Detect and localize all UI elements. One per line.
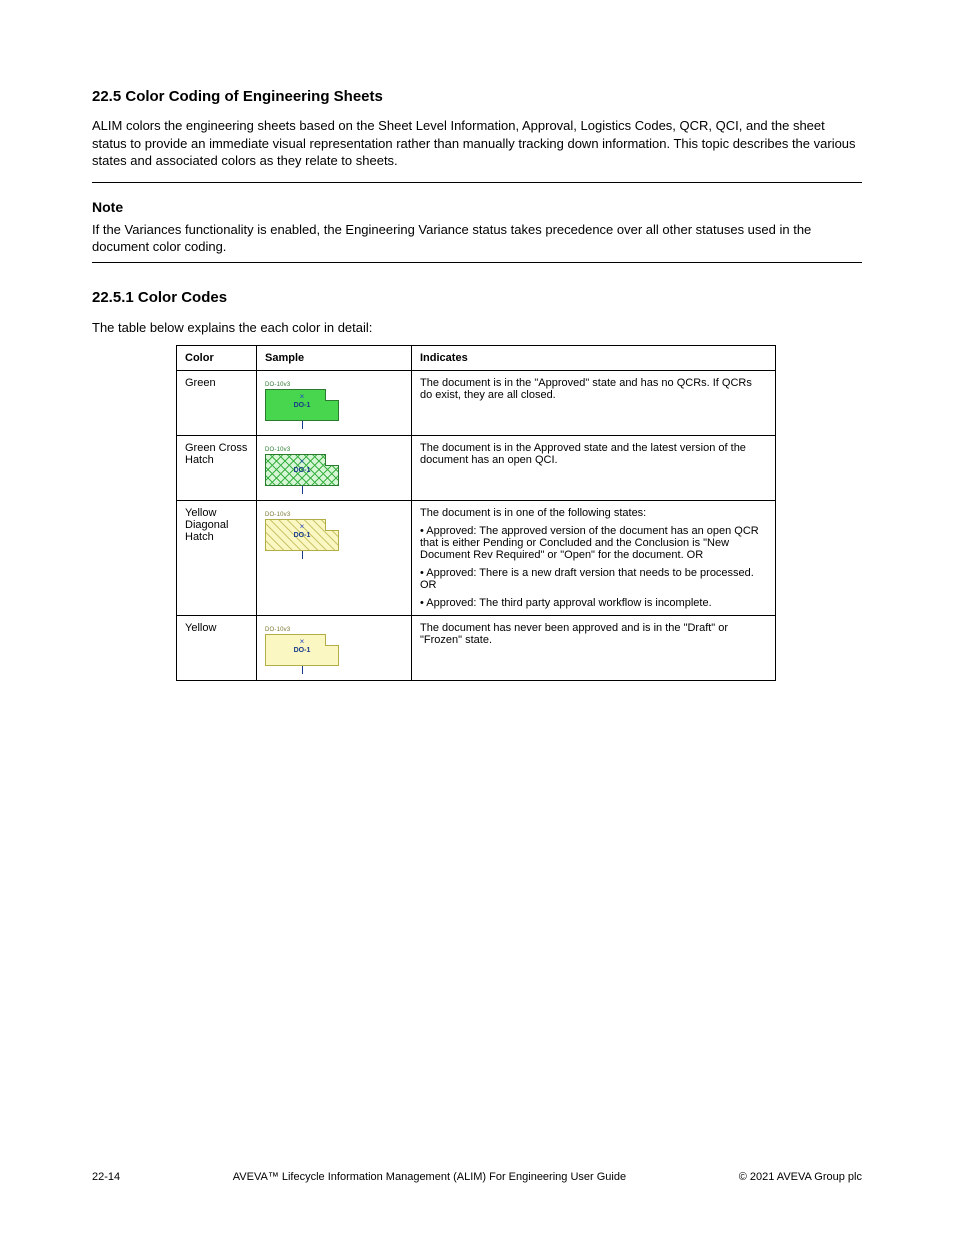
cell-color: Green Cross Hatch [177, 435, 257, 500]
swatch-top-label: DO-10v3 [265, 512, 339, 518]
table-row: Yellow DO-10v3 × DO-1 The document has n… [177, 615, 776, 680]
cell-sample: DO-10v3 × DO-1 [257, 615, 412, 680]
swatch-green: DO-10v3 × DO-1 [265, 382, 339, 429]
swatch-x-icon: × [266, 392, 338, 401]
footer-doc-title: AVEVA™ Lifecycle Information Management … [233, 1171, 626, 1183]
divider-bottom [92, 262, 862, 263]
swatch-top-label: DO-10v3 [265, 627, 339, 633]
cell-sample: DO-10v3 × DO-1 [257, 370, 412, 435]
table-header-row: Color Sample Indicates [177, 345, 776, 370]
indicates-line: • Approved: The third party approval wor… [420, 597, 767, 609]
cell-color: Yellow Diagonal Hatch [177, 500, 257, 615]
swatch-shape: × DO-1 [265, 389, 339, 421]
sub-heading: 22.5.1 Color Codes [92, 289, 862, 306]
swatch-x-icon: × [266, 522, 338, 531]
swatch-stem [302, 421, 303, 429]
swatch-inner-label: DO-1 [266, 647, 338, 654]
section-title: 22.5 Color Coding of Engineering Sheets [92, 88, 862, 105]
swatch-inner-label: DO-1 [266, 532, 338, 539]
color-code-table: Color Sample Indicates Green DO-10v3 × D… [176, 345, 776, 681]
swatch-yellow: DO-10v3 × DO-1 [265, 627, 339, 674]
swatch-stem [302, 486, 303, 494]
swatch-yellow-diagonal: DO-10v3 × DO-1 [265, 512, 339, 559]
swatch-x-icon: × [266, 457, 338, 466]
table-row: Green DO-10v3 × DO-1 The document is in … [177, 370, 776, 435]
indicates-line: • Approved: The approved version of the … [420, 525, 767, 561]
swatch-green-crosshatch: DO-10v3 × DO-1 [265, 447, 339, 494]
swatch-shape: × DO-1 [265, 519, 339, 551]
cell-indicates: The document is in one of the following … [412, 500, 776, 615]
page-footer: 22-14 AVEVA™ Lifecycle Information Manag… [92, 1171, 862, 1183]
swatch-stem [302, 666, 303, 674]
header-color: Color [177, 345, 257, 370]
header-indicates: Indicates [412, 345, 776, 370]
intro-paragraph: ALIM colors the engineering sheets based… [92, 117, 862, 170]
table-row: Yellow Diagonal Hatch DO-10v3 × DO-1 The… [177, 500, 776, 615]
note-label: Note [92, 199, 862, 215]
swatch-stem [302, 551, 303, 559]
swatch-shape: × DO-1 [265, 454, 339, 486]
page-content: 22.5 Color Coding of Engineering Sheets … [0, 0, 954, 721]
divider-top [92, 182, 862, 183]
swatch-inner-label: DO-1 [266, 467, 338, 474]
note-body: If the Variances functionality is enable… [92, 221, 862, 256]
cell-sample: DO-10v3 × DO-1 [257, 435, 412, 500]
cell-indicates: The document is in the Approved state an… [412, 435, 776, 500]
swatch-x-icon: × [266, 637, 338, 646]
indicates-line: The document is in one of the following … [420, 507, 767, 519]
header-sample: Sample [257, 345, 412, 370]
lead-in: The table below explains the each color … [92, 320, 862, 335]
swatch-shape: × DO-1 [265, 634, 339, 666]
cell-indicates: The document has never been approved and… [412, 615, 776, 680]
cell-color: Yellow [177, 615, 257, 680]
indicates-line: • Approved: There is a new draft version… [420, 567, 767, 591]
footer-copyright: © 2021 AVEVA Group plc [739, 1171, 862, 1183]
swatch-top-label: DO-10v3 [265, 447, 339, 453]
cell-sample: DO-10v3 × DO-1 [257, 500, 412, 615]
footer-page-number: 22-14 [92, 1171, 120, 1183]
swatch-top-label: DO-10v3 [265, 382, 339, 388]
cell-color: Green [177, 370, 257, 435]
table-row: Green Cross Hatch DO-10v3 × DO-1 The doc… [177, 435, 776, 500]
cell-indicates: The document is in the "Approved" state … [412, 370, 776, 435]
swatch-inner-label: DO-1 [266, 402, 338, 409]
